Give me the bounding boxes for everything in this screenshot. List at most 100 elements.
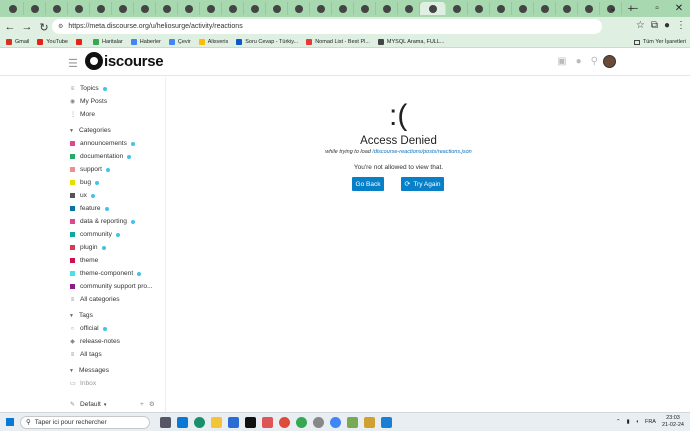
hamburger-menu-icon[interactable]: ☰: [68, 57, 78, 70]
bookmark-item[interactable]: Çevir: [168, 39, 191, 45]
bookmark-item[interactable]: Haritalar: [93, 39, 123, 45]
sidebar-item-category[interactable]: plugin: [70, 244, 106, 251]
robot-icon[interactable]: ▣: [557, 56, 566, 67]
chrome-icon[interactable]: [330, 416, 341, 428]
browser-tab[interactable]: [178, 2, 200, 15]
browser-tab[interactable]: [376, 2, 398, 15]
bookmark-item[interactable]: Soru Cevap - Türkiy...: [236, 39, 298, 45]
menu-icon[interactable]: ⋮: [676, 20, 686, 31]
address-bar[interactable]: ⚙ https://meta.discourse.org/u/heliosurg…: [52, 19, 602, 34]
browser-tab[interactable]: [266, 2, 288, 15]
browser-tab[interactable]: [134, 2, 156, 15]
vscode-icon[interactable]: [381, 416, 392, 428]
browser-tab[interactable]: [490, 2, 512, 15]
reload-button[interactable]: ↻: [37, 21, 51, 34]
browser-tab[interactable]: [156, 2, 178, 15]
avatar[interactable]: [603, 55, 616, 68]
try-again-button[interactable]: ⟳ Try Again: [401, 177, 444, 191]
sidebar-item-category[interactable]: theme: [70, 257, 98, 264]
sidebar-item-category[interactable]: support: [70, 166, 110, 173]
bookmark-item[interactable]: Haberler: [130, 39, 161, 45]
browser-tab[interactable]: [398, 2, 420, 15]
windows-start-icon[interactable]: [6, 418, 14, 426]
explorer-icon[interactable]: [211, 416, 222, 428]
store-icon[interactable]: [228, 416, 239, 428]
search-icon[interactable]: ⚲: [591, 56, 598, 67]
chrome-icon[interactable]: [279, 416, 290, 428]
browser-tab[interactable]: [354, 2, 376, 15]
sidebar-item-category[interactable]: ux: [70, 192, 95, 199]
app-icon[interactable]: [364, 416, 375, 428]
chrome-icon[interactable]: [296, 416, 307, 428]
browser-tab[interactable]: [512, 2, 534, 15]
sidebar-item-all-categories[interactable]: ≡ All categories: [70, 296, 120, 303]
sidebar-item-more[interactable]: ⋮ More: [70, 111, 95, 118]
clock[interactable]: 23:03 21-02-24: [662, 415, 684, 429]
sidebar-item-category[interactable]: documentation: [70, 153, 132, 160]
app-icon[interactable]: [347, 416, 358, 428]
categories-section[interactable]: ▼ Categories: [69, 127, 111, 134]
profile-icon[interactable]: ●: [664, 20, 670, 31]
bookmark-item[interactable]: Alisveris: [198, 39, 228, 45]
browser-tab[interactable]: [332, 2, 354, 15]
browser-tab[interactable]: [578, 2, 600, 15]
language-indicator[interactable]: FRA: [645, 419, 656, 425]
taskbar-search-input[interactable]: ⚲ Taper ici pour rechercher: [20, 415, 150, 429]
sidebar-item-category[interactable]: bug: [70, 179, 100, 186]
browser-tab[interactable]: [310, 2, 332, 15]
messages-section[interactable]: ▼ Messages: [69, 367, 109, 374]
widget-icon[interactable]: [177, 416, 188, 428]
browser-tab[interactable]: [222, 2, 244, 15]
tags-section[interactable]: ▼ Tags: [69, 312, 93, 319]
network-icon[interactable]: ▮: [627, 419, 630, 425]
maximize-button[interactable]: ▫: [646, 0, 668, 17]
gear-icon[interactable]: ⚙: [149, 400, 155, 408]
all-bookmarks[interactable]: Tüm Yer İşaretleri: [633, 39, 686, 45]
close-window-button[interactable]: ✕: [668, 0, 690, 17]
browser-tab[interactable]: [2, 2, 24, 15]
sidebar-item-topics[interactable]: ≡ Topics: [70, 85, 107, 92]
sidebar-item-tag[interactable]: ○ official: [70, 325, 107, 332]
browser-tab[interactable]: [534, 2, 556, 15]
bookmark-item[interactable]: YouTube: [37, 39, 68, 45]
plus-icon[interactable]: +: [140, 401, 144, 408]
star-icon[interactable]: ☆: [636, 20, 645, 31]
bookmark-item[interactable]: Nomad List - Best Pl...: [306, 39, 370, 45]
chevron-down-icon[interactable]: ⌄: [602, 0, 624, 17]
edge-icon[interactable]: [194, 416, 205, 428]
sidebar-item-inbox[interactable]: ▭ Inbox: [70, 380, 96, 387]
app-icon[interactable]: [262, 416, 273, 428]
chrome-icon[interactable]: [313, 416, 324, 428]
bookmark-item[interactable]: [76, 39, 85, 45]
active-tab[interactable]: [420, 2, 446, 15]
bookmark-item[interactable]: MYSQL Arama, FULL...: [377, 39, 445, 45]
sidebar-item-my-posts[interactable]: ◉ My Posts: [70, 98, 107, 105]
extensions-icon[interactable]: ⧉: [651, 20, 658, 31]
sidebar-item-category[interactable]: community support pro...: [70, 283, 153, 290]
sidebar-footer-default[interactable]: ✎ Default ▾: [70, 401, 106, 408]
netflix-icon[interactable]: [245, 416, 256, 428]
browser-tab[interactable]: [200, 2, 222, 15]
volume-icon[interactable]: ◖: [636, 419, 639, 425]
chat-icon[interactable]: ●: [576, 56, 582, 67]
sidebar-item-category[interactable]: feature: [70, 205, 109, 212]
back-button[interactable]: ←: [3, 21, 17, 33]
browser-tab[interactable]: [112, 2, 134, 15]
browser-tab[interactable]: [556, 2, 578, 15]
sidebar-item-category[interactable]: data & reporting: [70, 218, 135, 225]
go-back-button[interactable]: Go Back: [352, 177, 384, 191]
site-logo[interactable]: iscourse: [85, 52, 164, 70]
browser-tab[interactable]: [244, 2, 266, 15]
sidebar-item-category[interactable]: announcements: [70, 140, 135, 147]
sidebar-item-all-tags[interactable]: ≡ All tags: [70, 351, 102, 358]
minimize-button[interactable]: –: [624, 0, 646, 17]
sidebar-item-tag[interactable]: ◆ release-notes: [70, 338, 120, 345]
browser-tab[interactable]: [90, 2, 112, 15]
sidebar-item-category[interactable]: community: [70, 231, 120, 238]
browser-tab[interactable]: [468, 2, 490, 15]
browser-tab[interactable]: [68, 2, 90, 15]
browser-tab[interactable]: [24, 2, 46, 15]
site-info-icon[interactable]: ⚙: [58, 23, 63, 30]
task-view-icon[interactable]: [160, 416, 171, 428]
sidebar-item-category[interactable]: theme-component: [70, 270, 142, 277]
